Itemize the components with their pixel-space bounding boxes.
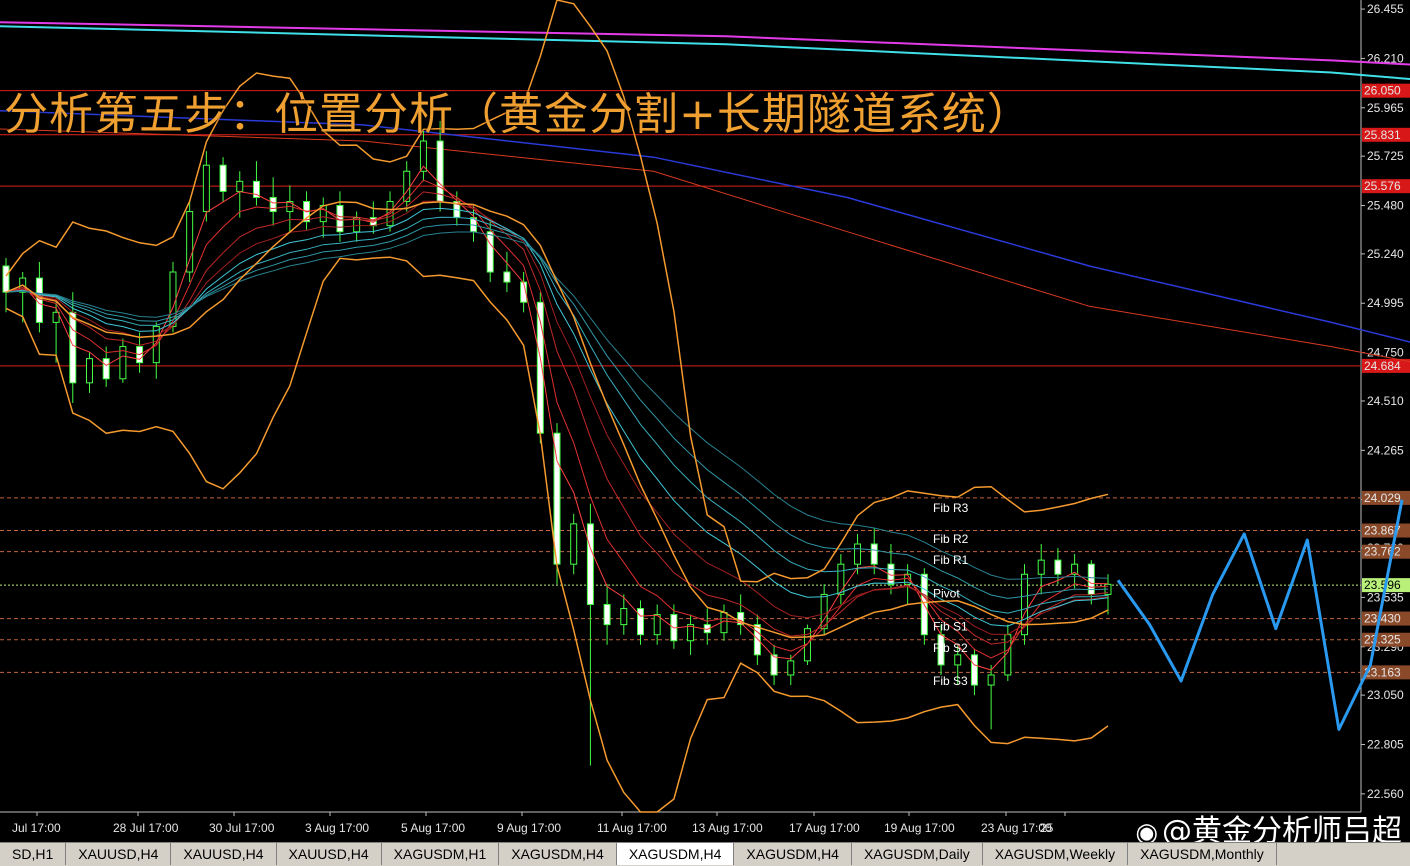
x-tick-label: 11 Aug 17:00 (597, 821, 667, 835)
forecast-path (1116, 499, 1404, 731)
candle-body (620, 607, 628, 626)
candle-body (219, 164, 227, 192)
candle-body (970, 654, 978, 686)
tab-1[interactable]: XAUUSD,H4 (66, 843, 172, 865)
x-tick-label: 19 Aug 17:00 (884, 821, 955, 835)
x-tick-label: 5 Aug 17:00 (401, 821, 465, 835)
level-price-label: 23.596 (1364, 578, 1401, 592)
level-price-label: 23.762 (1364, 545, 1401, 559)
candle-body (1037, 559, 1045, 575)
y-tick-label: 24.750 (1367, 346, 1404, 360)
fib-label-fib-s2: Fib S2 (933, 641, 968, 655)
fib-label-fib-r1: Fib R1 (933, 553, 969, 567)
tab-0[interactable]: SD,H1 (0, 843, 67, 865)
level-price-label: 24.029 (1364, 491, 1401, 505)
candle-body (770, 654, 778, 676)
candle-body (102, 358, 110, 380)
x-tick-label: Jul 17:00 (12, 821, 61, 835)
fib-label-pivot: Pivot (933, 586, 960, 600)
tab-3[interactable]: XAUUSD,H4 (276, 843, 382, 865)
candle-body (436, 140, 444, 202)
candle-body (653, 614, 661, 636)
candle-body (987, 674, 995, 686)
candle-body (837, 563, 845, 595)
y-tick-label: 25.725 (1367, 149, 1404, 163)
x-tick-label: 28 Jul 17:00 (113, 821, 179, 835)
candle-body (269, 196, 277, 213)
x-tick-label: 17 Aug 17:00 (789, 821, 860, 835)
x-tick-label: 30 Jul 17:00 (209, 821, 275, 835)
candle-body (570, 523, 578, 565)
y-tick-label: 24.265 (1367, 443, 1404, 457)
candle-body (202, 164, 210, 213)
y-tick-label: 25.240 (1367, 247, 1404, 261)
candle-body (586, 523, 594, 605)
level-price-label: 24.684 (1364, 359, 1401, 373)
chart-title: 分析第五步：位置分析（黄金分割+长期隧道系统） (4, 89, 1032, 140)
y-tick-label: 22.805 (1367, 738, 1404, 752)
y-tick-label: 24.510 (1367, 394, 1404, 408)
candle-body (1054, 559, 1062, 575)
tab-10[interactable]: XAGUSDM,Monthly (1128, 843, 1277, 865)
candle-body (854, 543, 862, 565)
y-tick-label: 25.480 (1367, 199, 1404, 213)
tab-5[interactable]: XAGUSDM,H4 (499, 843, 617, 865)
candle-body (486, 231, 494, 273)
ma-blue-line (0, 110, 1410, 343)
x-tick-label: 25 (1040, 821, 1054, 835)
y-tick-label: 23.050 (1367, 688, 1404, 702)
tab-2[interactable]: XAUUSD,H4 (171, 843, 277, 865)
y-tick-label: 24.995 (1367, 296, 1404, 310)
candle-body (954, 654, 962, 666)
x-tick-label: 13 Aug 17:00 (692, 821, 763, 835)
y-tick-label: 25.965 (1367, 101, 1404, 115)
tab-9[interactable]: XAGUSDM,Weekly (982, 843, 1129, 865)
chart-tab-bar: SD,H1 XAUUSD,H4 XAUUSD,H4 XAUUSD,H4 XAGUSDM,… (0, 842, 1410, 866)
tab-8[interactable]: XAGUSDM,Daily (851, 843, 983, 865)
x-tick-label: 9 Aug 17:00 (497, 821, 561, 835)
candle-body (85, 358, 93, 384)
candle-body (69, 311, 77, 384)
fib-label-fib-r3: Fib R3 (933, 501, 969, 515)
y-tick-label: 22.560 (1367, 787, 1404, 801)
fib-label-fib-s1: Fib S1 (933, 620, 968, 634)
level-price-label: 26.050 (1364, 84, 1401, 98)
level-price-label: 25.831 (1364, 128, 1401, 142)
candle-body (236, 180, 244, 192)
candle-body (603, 603, 611, 626)
tab-6[interactable]: XAGUSDM,H4 (616, 843, 735, 865)
candle-body (186, 211, 194, 273)
tab-4[interactable]: XAGUSDM,H1 (381, 843, 500, 865)
x-tick-label: 3 Aug 17:00 (305, 821, 369, 835)
level-price-label: 23.430 (1364, 612, 1401, 626)
y-tick-label: 26.455 (1367, 2, 1404, 16)
fib-label-fib-r2: Fib R2 (933, 532, 969, 546)
candle-body (35, 277, 43, 323)
candle-body (787, 660, 795, 676)
candle-body (2, 265, 10, 293)
tab-7[interactable]: XAGUSDM,H4 (734, 843, 852, 865)
fib-label-fib-s3: Fib S3 (933, 674, 968, 688)
level-price-label: 23.325 (1364, 633, 1401, 647)
candle-body (636, 607, 644, 636)
candle-body (503, 271, 511, 283)
candle-body (753, 624, 761, 656)
candle-body (870, 543, 878, 565)
level-price-label: 25.576 (1364, 179, 1401, 193)
chart-area[interactable]: 26.455 26.210 25.965 25.725 25.480 25.240 24.9… (0, 0, 1410, 849)
